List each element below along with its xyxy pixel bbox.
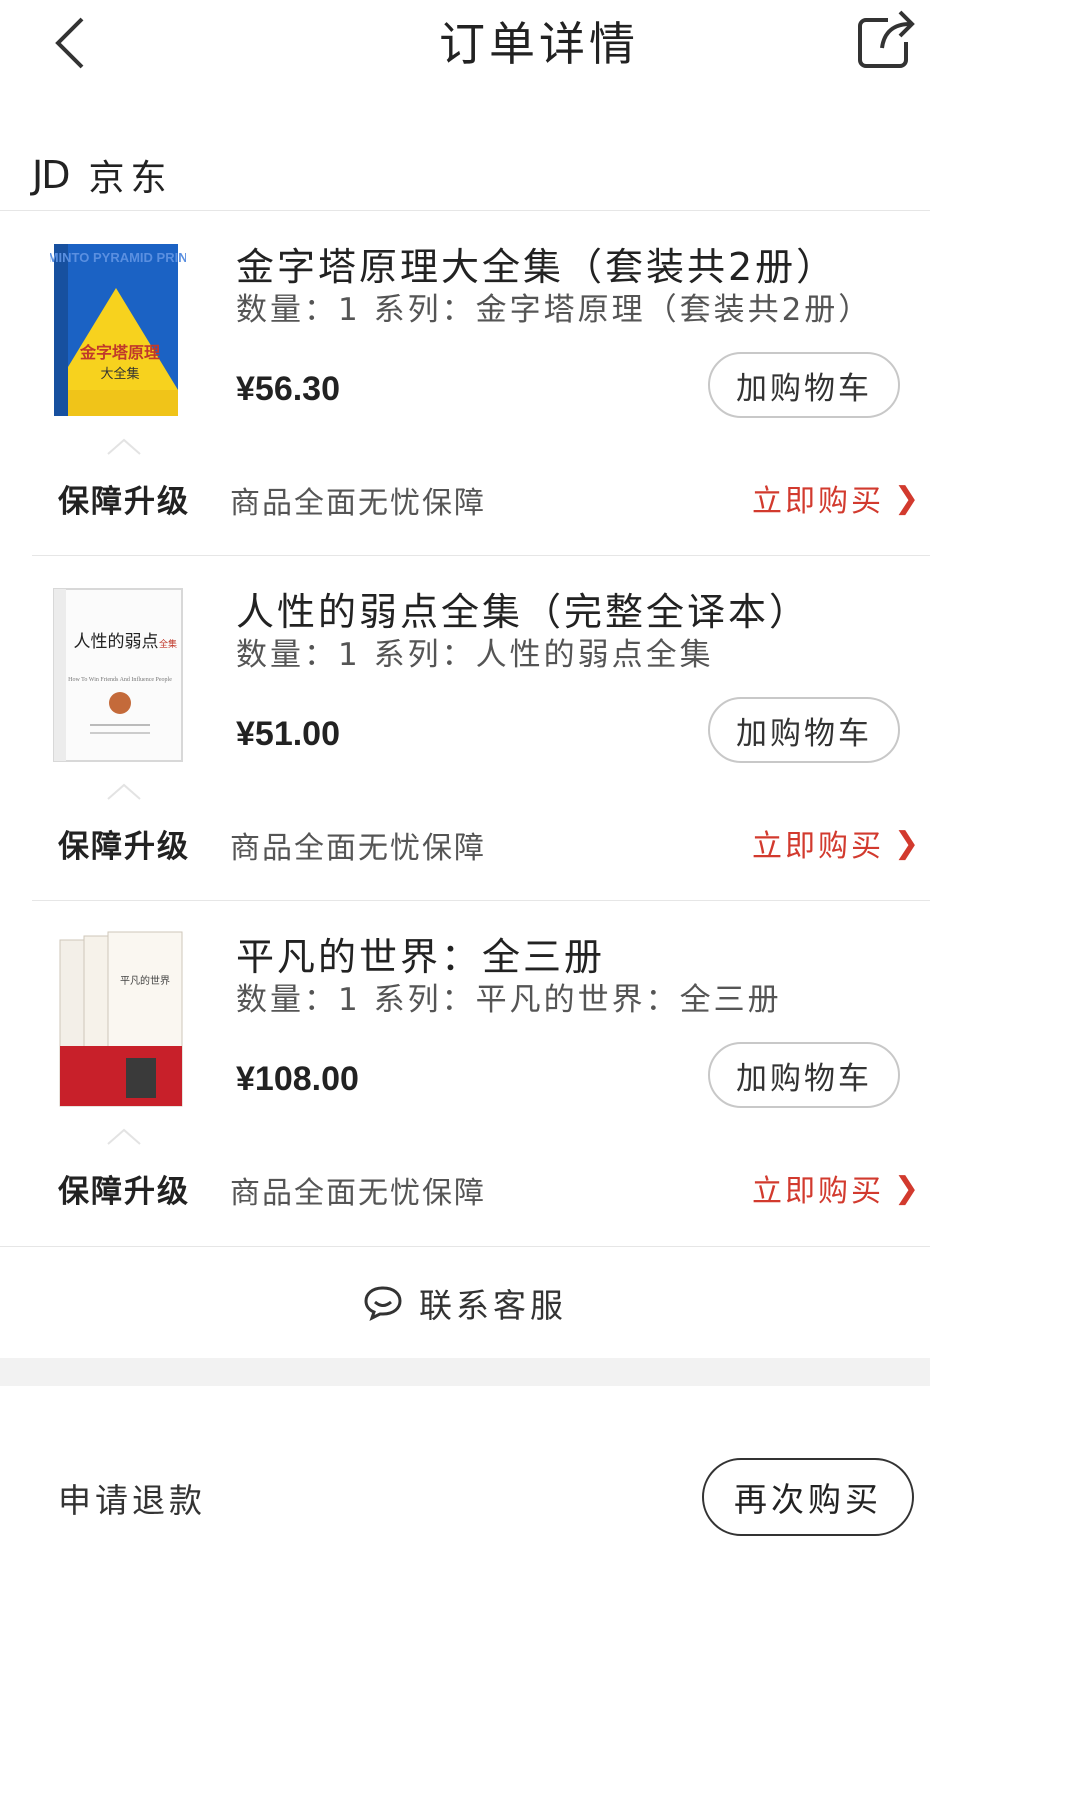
product-cover-image[interactable]: THE MINTO PYRAMID PRINCIPLE 金字塔原理 大全集 [50,240,186,420]
product-cover-image[interactable]: 平凡的世界 [50,930,186,1110]
shop-row[interactable]: JD 京东 [0,140,1078,210]
cover-subtitle: 全集 [159,638,177,650]
buy-now-label: 立即购买 [752,1174,884,1209]
product-spec: 数量：1 系列：平凡的世界：全三册 [236,982,782,1018]
guarantee-label: 保障升级 [58,1174,190,1210]
product-price: ¥56.30 [236,370,340,408]
product-spec: 数量：1 系列：金字塔原理（套装共2册） [236,292,873,328]
guarantee-description: 商品全面无忧保障 [230,1176,486,1211]
caret-up-icon [107,438,141,455]
chat-bubble-icon [364,1286,402,1321]
add-to-cart-button[interactable]: 加购物车 [708,697,900,763]
cover-title: 金字塔原理 [79,343,160,362]
divider [32,900,930,901]
caret-up-icon [107,783,141,800]
contact-service-button[interactable]: 联系客服 [0,1250,930,1356]
product-price: ¥108.00 [236,1060,359,1098]
product-spec: 数量：1 系列：人性的弱点全集 [236,637,714,673]
product-cover-image[interactable]: 人性的弱点 全集 How To Win Friends And Influenc… [50,585,186,765]
cover-title: 平凡的世界 [120,974,170,987]
buy-now-link[interactable]: 立即购买 ❯ [752,476,922,520]
cover-headline: How To Win Friends And Influence People [68,676,172,683]
guarantee-label: 保障升级 [58,484,190,520]
guarantee-label: 保障升级 [58,829,190,865]
bottom-action-bar: 申请退款 再次购买 [0,1424,1078,1564]
cover-subtitle: 大全集 [100,366,139,382]
section-separator [0,1358,930,1386]
buy-now-link[interactable]: 立即购买 ❯ [752,821,922,865]
cover-title: 人性的弱点 [74,632,159,652]
product-item[interactable]: 平凡的世界 平凡的世界：全三册 数量：1 系列：平凡的世界：全三册 ¥108.0… [0,902,1078,1247]
divider [0,210,930,211]
divider [0,1246,930,1247]
shop-logo: JD [32,153,70,197]
header-bar: 订单详情 [0,0,1078,84]
buy-now-link[interactable]: 立即购买 ❯ [752,1166,922,1210]
product-item[interactable]: THE MINTO PYRAMID PRINCIPLE 金字塔原理 大全集 金字… [0,212,1078,557]
cover-headline: THE MINTO PYRAMID PRINCIPLE [50,250,186,265]
guarantee-description: 商品全面无忧保障 [230,486,486,521]
share-button[interactable] [854,6,918,72]
divider [32,555,930,556]
caret-up-icon [107,1128,141,1145]
add-to-cart-button[interactable]: 加购物车 [708,1042,900,1108]
product-item[interactable]: 人性的弱点 全集 How To Win Friends And Influenc… [0,557,1078,902]
product-price: ¥51.00 [236,715,340,753]
product-title[interactable]: 金字塔原理大全集（套装共2册） [236,236,837,291]
buy-now-label: 立即购买 [752,829,884,864]
rebuy-button[interactable]: 再次购买 [702,1458,914,1536]
chevron-right-icon: ❯ [894,1170,923,1206]
chevron-right-icon: ❯ [894,480,923,516]
share-icon [858,10,915,68]
contact-service-label: 联系客服 [419,1286,567,1325]
refund-button[interactable]: 申请退款 [58,1474,206,1522]
shop-name: 京东 [88,158,173,199]
guarantee-description: 商品全面无忧保障 [230,831,486,866]
add-to-cart-button[interactable]: 加购物车 [708,352,900,418]
product-title[interactable]: 人性的弱点全集（完整全译本） [236,581,810,636]
chevron-right-icon: ❯ [894,825,923,861]
product-title[interactable]: 平凡的世界：全三册 [236,926,605,981]
buy-now-label: 立即购买 [752,484,884,519]
